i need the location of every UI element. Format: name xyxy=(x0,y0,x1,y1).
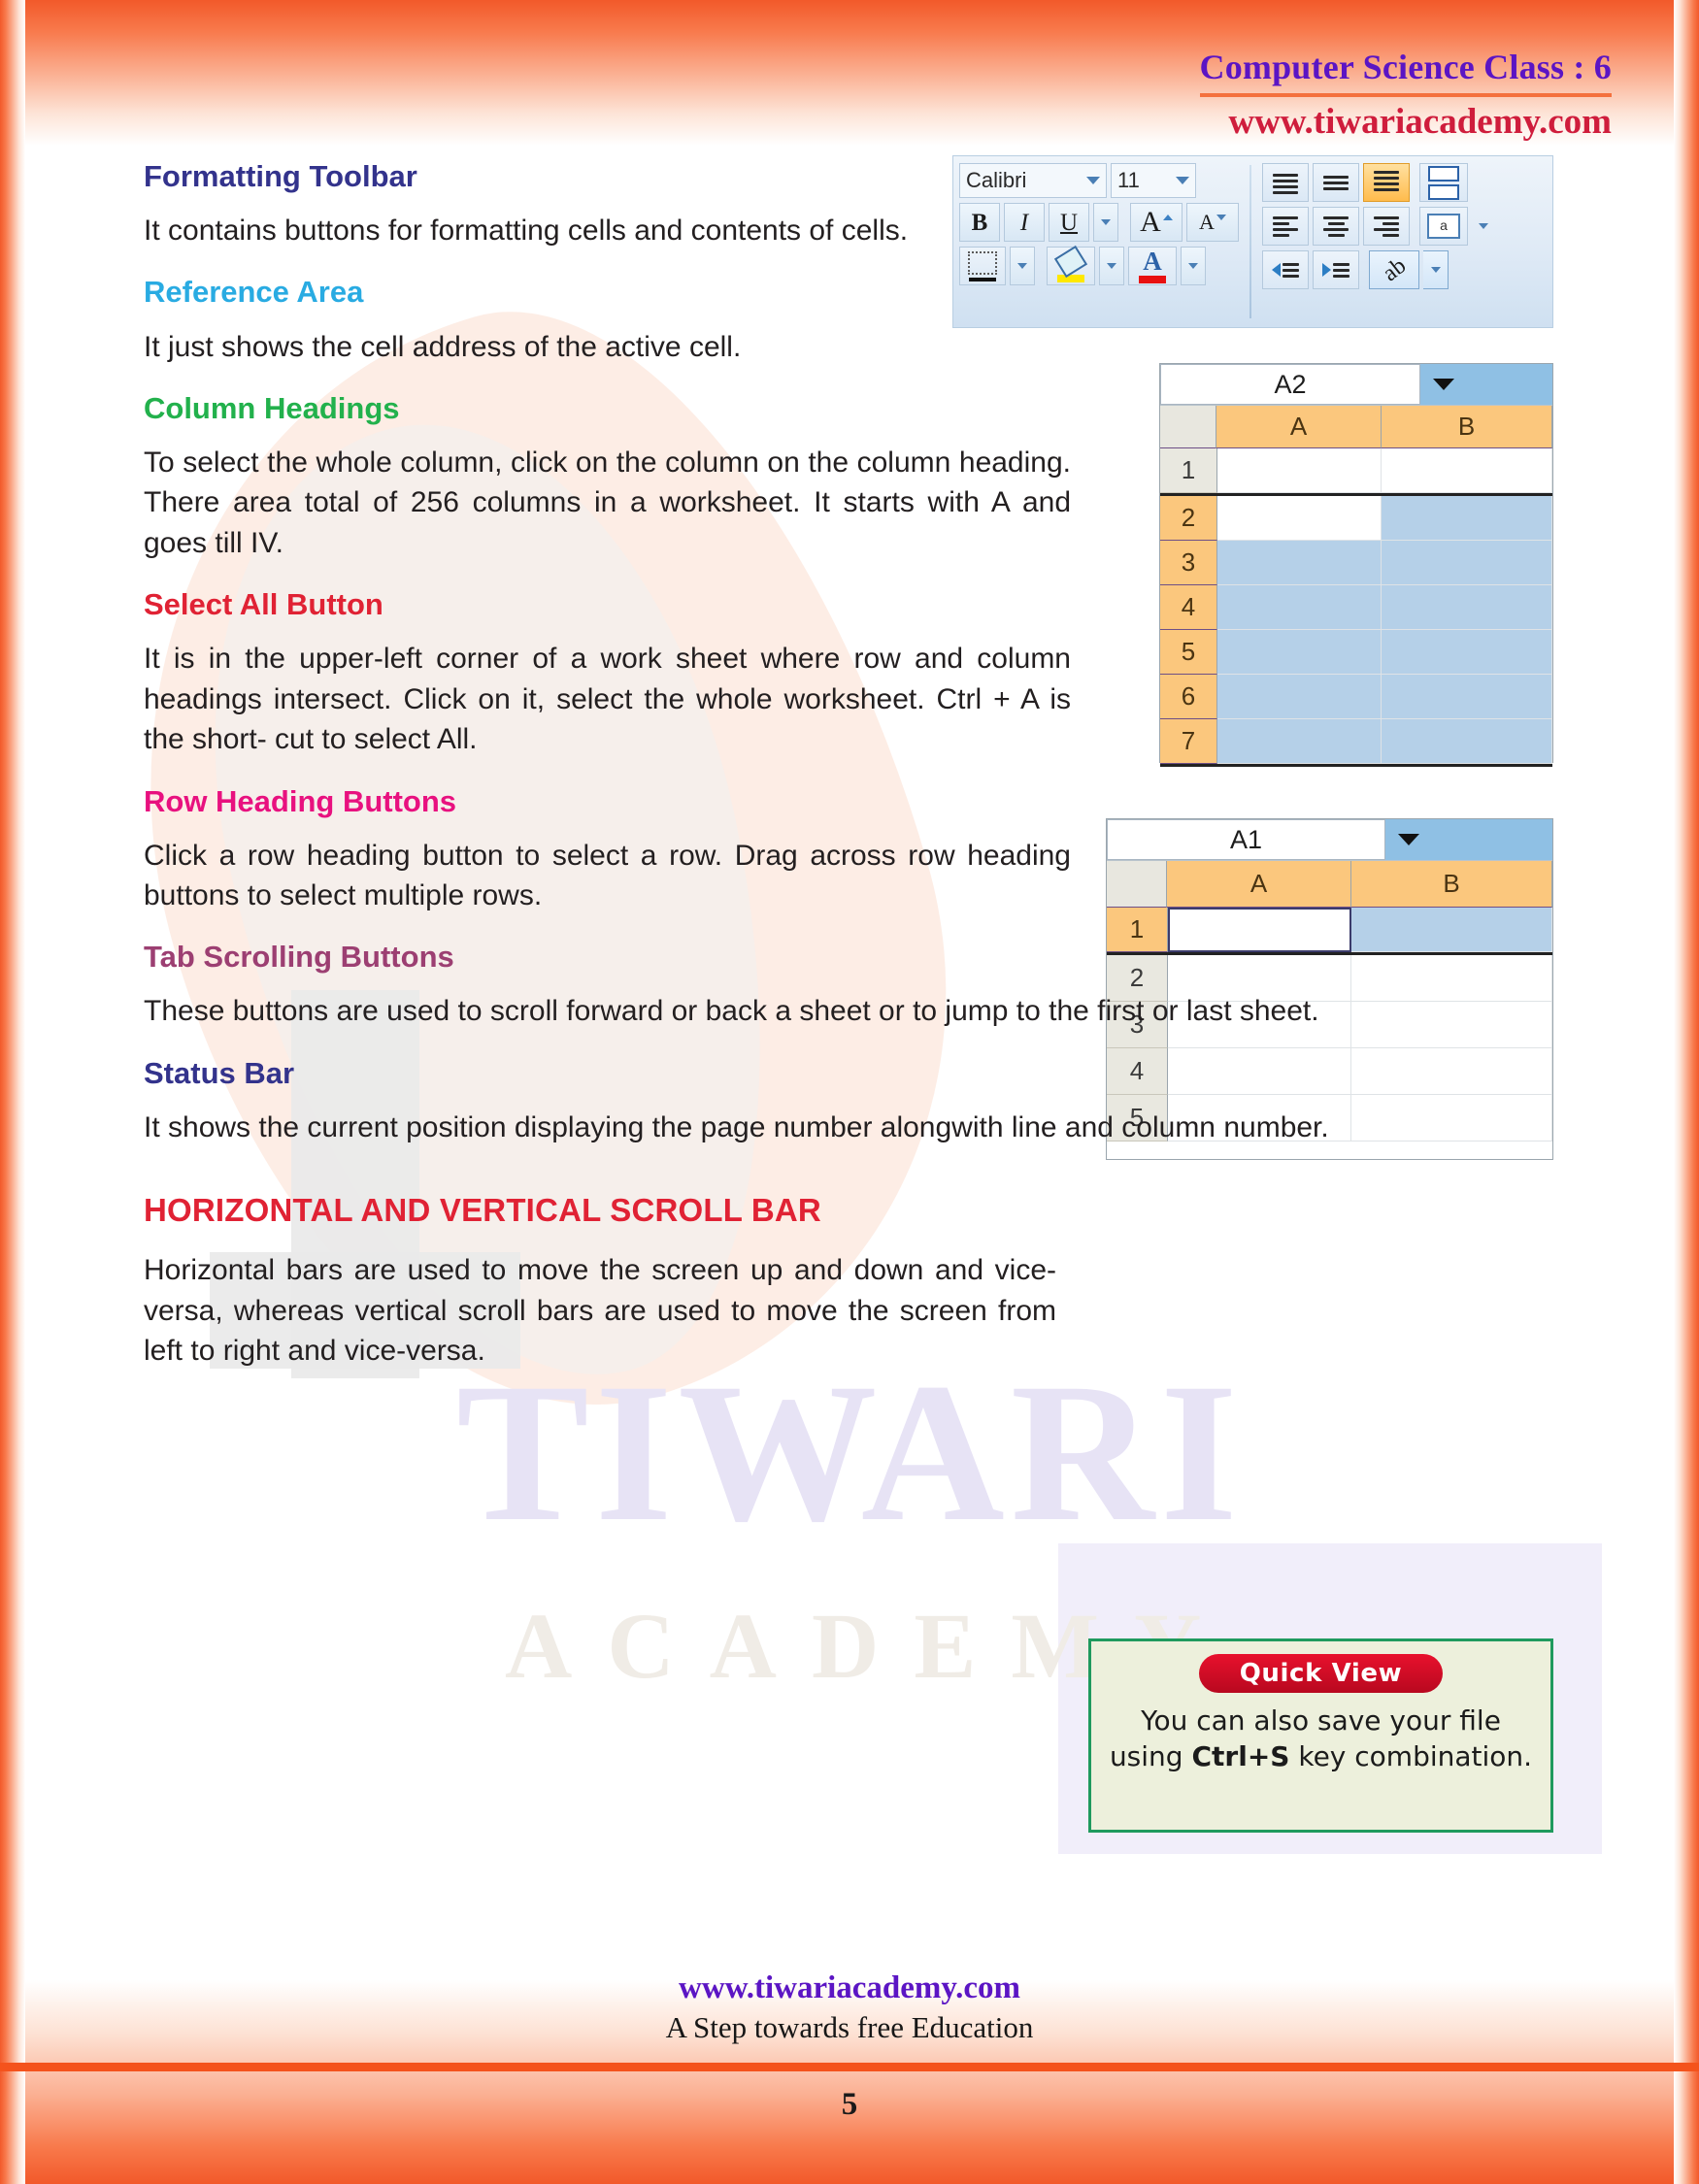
paragraph-status-bar: It shows the current position displaying… xyxy=(144,1110,1329,1143)
paragraph-column-headings: To select the whole column, click on the… xyxy=(144,447,1071,559)
header-title: Computer Science Class : 6 xyxy=(1199,48,1612,86)
paragraph-formatting-toolbar: It contains buttons for formatting cells… xyxy=(144,215,909,248)
page-footer: www.tiwariacademy.com A Step towards fre… xyxy=(0,1970,1699,2045)
heading-horizontal-vertical-scroll-bar: HORIZONTAL AND VERTICAL SCROLL BAR xyxy=(144,1192,821,1229)
section-status-bar: Status Bar It shows the current position… xyxy=(144,1055,1556,1147)
quick-view-badge: Quick View xyxy=(1198,1654,1444,1693)
footer-divider xyxy=(0,2063,1699,2071)
heading-tab-scrolling-buttons: Tab Scrolling Buttons xyxy=(144,940,454,975)
heading-formatting-toolbar: Formatting Toolbar xyxy=(144,159,417,193)
article-body: Formatting Toolbar It contains buttons f… xyxy=(144,159,1556,1393)
page-header: Computer Science Class : 6 www.tiwariaca… xyxy=(1199,47,1612,143)
heading-row-heading-buttons: Row Heading Buttons xyxy=(144,783,457,818)
quick-view-text-after: key combination. xyxy=(1289,1739,1533,1772)
heading-select-all-button: Select All Button xyxy=(144,587,383,622)
page-number: 5 xyxy=(841,2087,858,2122)
section-column-headings: Column Headings To select the whole colu… xyxy=(144,390,1071,563)
header-website-link[interactable]: www.tiwariacademy.com xyxy=(1200,101,1612,143)
heading-reference-area: Reference Area xyxy=(144,275,364,310)
footer-website-link[interactable]: www.tiwariacademy.com xyxy=(0,1970,1699,2006)
header-divider xyxy=(1199,93,1612,97)
paragraph-tab-scrolling-buttons: These buttons are used to scroll forward… xyxy=(144,995,1319,1028)
page-border-right xyxy=(1674,0,1699,2184)
quick-view-shortcut: Ctrl+S xyxy=(1191,1739,1290,1772)
quick-view-callout: Quick View You can also save your file u… xyxy=(1088,1638,1553,1833)
section-scroll-bar: HORIZONTAL AND VERTICAL SCROLL BAR Horiz… xyxy=(144,1192,1056,1371)
footer-tagline: A Step towards free Education xyxy=(665,2010,1034,2044)
quick-view-text: You can also save your file using Ctrl+S… xyxy=(1091,1704,1550,1775)
section-formatting-toolbar: Formatting Toolbar It contains buttons f… xyxy=(144,159,1071,250)
heading-status-bar: Status Bar xyxy=(144,1055,295,1090)
heading-column-headings: Column Headings xyxy=(144,390,400,425)
section-row-heading-buttons: Row Heading Buttons Click a row heading … xyxy=(144,783,1071,916)
page-canvas: TIWARI ACADEMY Computer Science Class : … xyxy=(0,0,1699,2184)
section-tab-scrolling-buttons: Tab Scrolling Buttons These buttons are … xyxy=(144,941,1556,1031)
section-reference-area: Reference Area It just shows the cell ad… xyxy=(144,276,1071,366)
paragraph-select-all-button: It is in the upper-left corner of a work… xyxy=(144,643,1071,756)
paragraph-reference-area: It just shows the cell address of the ac… xyxy=(144,330,742,363)
paragraph-scroll-bar: Horizontal bars are used to move the scr… xyxy=(144,1254,1056,1368)
section-select-all-button: Select All Button It is in the upper-lef… xyxy=(144,588,1071,759)
page-border-left xyxy=(0,0,25,2184)
paragraph-row-heading-buttons: Click a row heading button to select a r… xyxy=(144,839,1071,911)
